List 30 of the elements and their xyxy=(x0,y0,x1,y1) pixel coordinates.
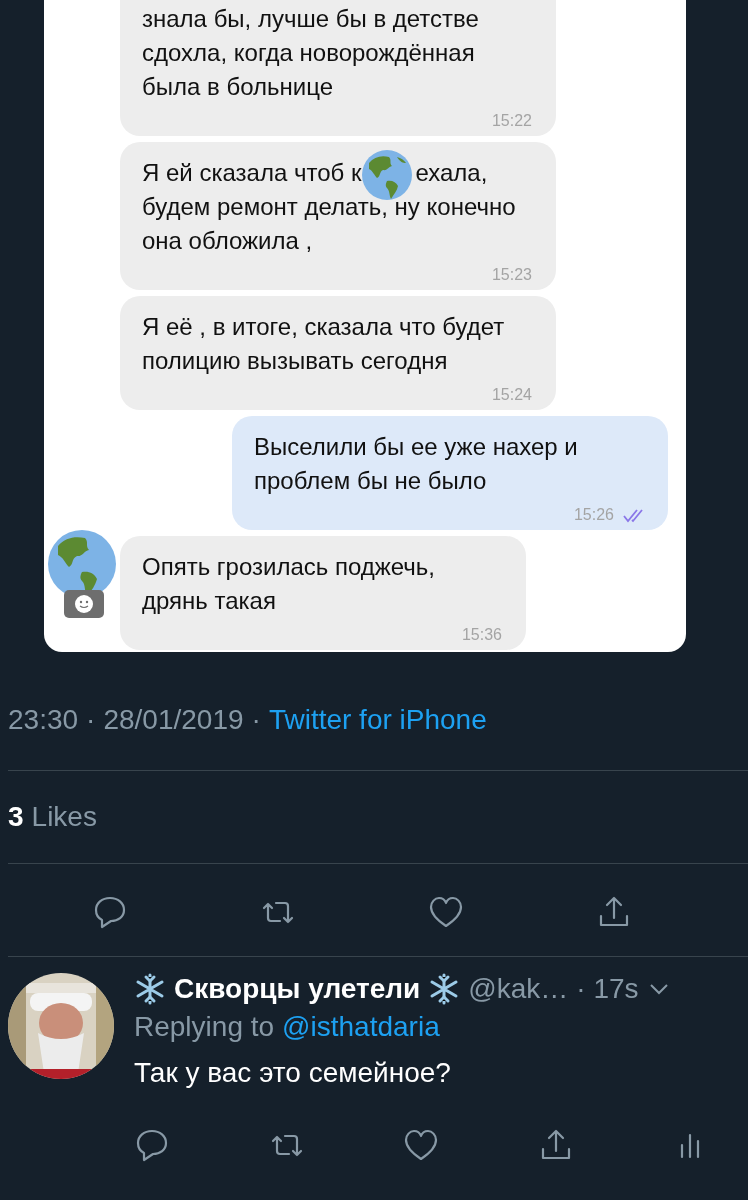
replying-label: Replying to xyxy=(134,1011,275,1043)
user-name: Скворцы улетели xyxy=(174,973,421,1005)
heart-icon[interactable] xyxy=(403,1127,439,1163)
reply-icon[interactable] xyxy=(134,1127,170,1163)
snowflake-icon xyxy=(134,973,166,1005)
message-text: Опять грозилась поджечь, дрянь такая xyxy=(142,552,437,616)
mention-link[interactable]: @isthatdaria xyxy=(282,1011,440,1043)
smiley-icon xyxy=(64,590,104,618)
likes-count: 3 xyxy=(8,801,24,833)
message-time: 15:22 xyxy=(491,112,532,130)
message-text: Выселили бы ее уже нахер и проблем бы не было xyxy=(254,432,579,496)
heart-icon[interactable] xyxy=(428,894,464,930)
reply-time: · 17s xyxy=(576,973,639,1005)
reply-text: Так у вас это семейное? xyxy=(134,1057,452,1089)
separator: · xyxy=(251,704,261,736)
separator: · xyxy=(86,704,96,736)
message-time: 15:24 xyxy=(491,386,532,404)
source-link[interactable]: Twitter for iPhone xyxy=(268,704,487,736)
tweet-time: 23:30 xyxy=(8,704,79,736)
message-text: знала бы, лучше бы в детстве сдохла, когда новорождённая была в больнице xyxy=(142,4,480,102)
message-time: 15:36 xyxy=(461,626,502,644)
user-handle: @kak… xyxy=(468,973,569,1005)
reply-icon[interactable] xyxy=(92,894,128,930)
message-time: 15:26 xyxy=(573,506,614,524)
globe-icon xyxy=(361,148,414,201)
message-time: 15:23 xyxy=(491,266,532,284)
message-text: Я её , в итоге, сказала что будет полицию вызывать сегодня xyxy=(142,312,506,376)
tweet-date: 28/01/2019 xyxy=(103,704,244,736)
likes-label: Likes xyxy=(31,801,97,833)
message-text: Я ей сказала чтоб к ехала, будем ремонт делать, ну конечно она обложила , xyxy=(142,156,532,258)
